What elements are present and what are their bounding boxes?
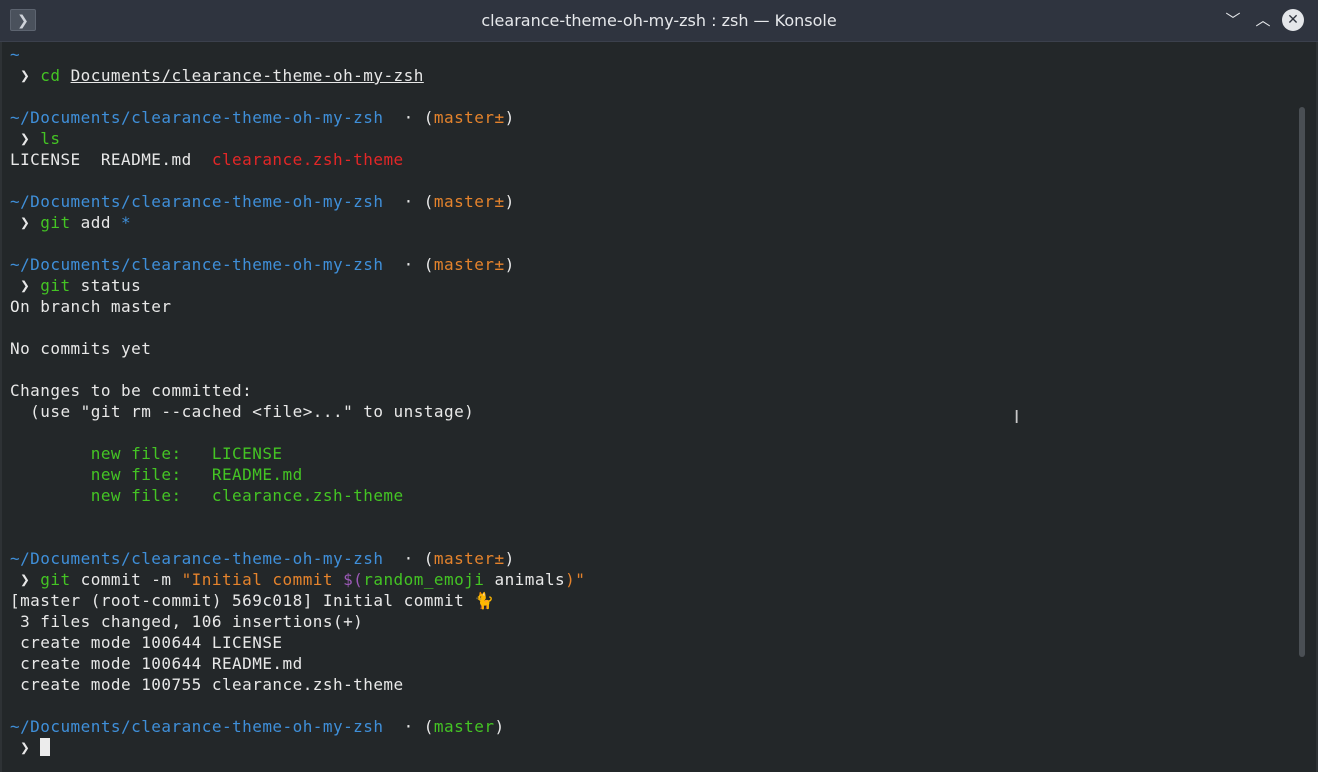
path-text: ~ xyxy=(10,45,21,64)
minimize-icon[interactable]: ﹀ xyxy=(1222,9,1244,31)
prompt-symbol: ❯ xyxy=(10,129,41,148)
new-file-line: new file: README.md xyxy=(10,464,585,485)
prompt-symbol: ❯ xyxy=(10,570,41,589)
status-output: (use "git rm --cached <file>..." to unst… xyxy=(10,402,475,421)
path-text: ~/Documents/clearance-theme-oh-my-zsh xyxy=(10,255,384,274)
string-literal: )" xyxy=(565,570,586,589)
string-literal: "Initial commit xyxy=(181,570,344,589)
command-line: ❯ ls xyxy=(10,128,585,149)
prompt-paren: ) xyxy=(494,717,505,736)
command-name: cd xyxy=(40,66,61,85)
function-argument: animals xyxy=(484,570,566,589)
prompt-symbol: ❯ xyxy=(10,276,41,295)
new-file-line: new file: LICENSE xyxy=(10,443,585,464)
commit-output: create mode 100644 LICENSE xyxy=(10,633,283,652)
maximize-icon[interactable]: ︿ xyxy=(1252,9,1274,31)
command-line[interactable]: ❯ xyxy=(10,737,585,758)
window-title: clearance-theme-oh-my-zsh : zsh — Konsol… xyxy=(481,11,837,30)
prompt-line: ~/Documents/clearance-theme-oh-my-zsh · … xyxy=(10,548,585,569)
prompt-line: ~/Documents/clearance-theme-oh-my-zsh · … xyxy=(10,716,585,737)
branch-badge: master xyxy=(433,717,495,736)
command-line: ❯ git status xyxy=(10,275,585,296)
terminal-output: ~ ❯ cd Documents/clearance-theme-oh-my-z… xyxy=(10,44,585,758)
prompt-line: ~/Documents/clearance-theme-oh-my-zsh · … xyxy=(10,191,585,212)
command-name: git xyxy=(40,570,71,589)
new-file-label: new file: xyxy=(10,465,212,484)
prompt-paren: ) xyxy=(504,192,515,211)
subshell-open: $( xyxy=(343,570,364,589)
file-name: clearance.zsh-theme xyxy=(211,150,404,169)
status-output: On branch master xyxy=(10,297,172,316)
prompt-paren: ) xyxy=(504,108,515,127)
prompt-paren: ) xyxy=(504,549,515,568)
text-cursor xyxy=(40,738,51,756)
commit-output: create mode 100644 README.md xyxy=(10,654,303,673)
ibeam-cursor-icon: I xyxy=(1014,407,1020,428)
scrollbar[interactable] xyxy=(1299,107,1305,657)
prompt-symbol: ❯ xyxy=(10,66,41,85)
file-name: LICENSE xyxy=(10,150,81,169)
function-name: random_emoji xyxy=(363,570,485,589)
command-line: ❯ cd Documents/clearance-theme-oh-my-zsh xyxy=(10,65,585,86)
file-name: LICENSE xyxy=(211,444,283,463)
prompt-separator: · ( xyxy=(383,549,434,568)
command-argument: Documents/clearance-theme-oh-my-zsh xyxy=(70,66,424,85)
status-output: No commits yet xyxy=(10,339,152,358)
prompt-separator: · ( xyxy=(383,255,434,274)
glob-argument: * xyxy=(121,213,132,232)
command-name: ls xyxy=(40,129,61,148)
command-line: ❯ git commit -m "Initial commit $(random… xyxy=(10,569,585,590)
command-name: git xyxy=(40,276,71,295)
ls-output: LICENSE README.md clearance.zsh-theme xyxy=(10,149,585,170)
branch-badge: master± xyxy=(433,108,505,127)
prompt-separator: · ( xyxy=(383,108,434,127)
prompt-paren: ) xyxy=(504,255,515,274)
branch-badge: master± xyxy=(433,192,505,211)
terminal-view[interactable]: ~ ❯ cd Documents/clearance-theme-oh-my-z… xyxy=(0,42,1318,772)
command-argument: commit -m xyxy=(80,570,172,589)
path-text: ~/Documents/clearance-theme-oh-my-zsh xyxy=(10,717,384,736)
command-argument: status xyxy=(80,276,142,295)
path-text: ~/Documents/clearance-theme-oh-my-zsh xyxy=(10,192,384,211)
file-name: README.md xyxy=(100,150,192,169)
command-argument: add xyxy=(80,213,111,232)
close-icon[interactable]: ✕ xyxy=(1282,9,1304,31)
home-line: ~ xyxy=(10,44,585,65)
file-name: README.md xyxy=(211,465,303,484)
prompt-line: ~/Documents/clearance-theme-oh-my-zsh · … xyxy=(10,107,585,128)
new-file-line: new file: clearance.zsh-theme xyxy=(10,485,585,506)
command-line: ❯ git add * xyxy=(10,212,585,233)
prompt-symbol: ❯ xyxy=(10,213,41,232)
prompt-symbol: ❯ xyxy=(10,738,41,757)
status-output: Changes to be committed: xyxy=(10,381,253,400)
prompt-line: ~/Documents/clearance-theme-oh-my-zsh · … xyxy=(10,254,585,275)
prompt-separator: · ( xyxy=(383,717,434,736)
path-text: ~/Documents/clearance-theme-oh-my-zsh xyxy=(10,108,384,127)
new-file-label: new file: xyxy=(10,444,212,463)
branch-badge: master± xyxy=(433,255,505,274)
branch-badge: master± xyxy=(433,549,505,568)
title-bar: ❯ clearance-theme-oh-my-zsh : zsh — Kons… xyxy=(0,0,1318,42)
path-text: ~/Documents/clearance-theme-oh-my-zsh xyxy=(10,549,384,568)
commit-output: [master (root-commit) 569c018] Initial c… xyxy=(10,591,495,610)
command-name: git xyxy=(40,213,71,232)
commit-output: create mode 100755 clearance.zsh-theme xyxy=(10,675,404,694)
prompt-separator: · ( xyxy=(383,192,434,211)
new-file-label: new file: xyxy=(10,486,212,505)
commit-output: 3 files changed, 106 insertions(+) xyxy=(10,612,364,631)
file-name: clearance.zsh-theme xyxy=(211,486,404,505)
